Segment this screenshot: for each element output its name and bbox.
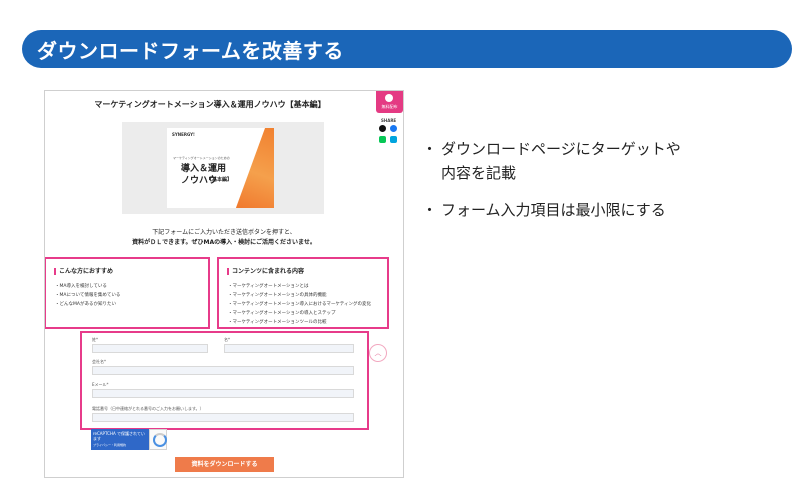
recaptcha-text: reCAPTCHA で保護されています (93, 431, 145, 441)
page-title: マーケティングオートメーション導入＆運用ノウハウ【基本編】 (94, 100, 326, 109)
slide-title: ダウンロードフォームを改善する (37, 38, 344, 63)
last-name-label: 姓* (92, 337, 98, 342)
recaptcha-notice: reCAPTCHA で保護されています プライバシー・利用規約 (91, 429, 149, 450)
phone-input[interactable] (92, 413, 354, 422)
target-box: こんな方におすすめ ・MA導入を検討している ・MAについて情報を集めている ・… (45, 257, 210, 329)
first-name-label: 名* (224, 337, 230, 342)
phone-label: 電話番号（日中連絡がとれる番号のご入力をお願いします。） (92, 406, 204, 411)
target-list: ・MA導入を検討している ・MAについて情報を集めている ・どんなMAがあるか知… (55, 282, 120, 309)
list-item: ・マーケティングオートメーションの導入とステップ (228, 311, 336, 316)
recaptcha-logo-icon (149, 429, 167, 450)
download-button[interactable]: 資料をダウンロードする (175, 457, 274, 472)
target-heading: こんな方におすすめ (54, 268, 113, 275)
contents-list: ・マーケティングオートメーションとは ・マーケティングオートメーションの具体的機… (228, 282, 371, 327)
list-item: ・マーケティングオートメーションの具体的機能 (228, 293, 327, 298)
cover-title-line1: 導入＆運用 (181, 164, 227, 174)
free-badge[interactable]: 無料配布 (376, 91, 403, 113)
list-item: ・どんなMAがあるか知りたい (55, 302, 116, 307)
download-page-screenshot: マーケティングオートメーション導入＆運用ノウハウ【基本編】 無料配布 SHARE… (44, 90, 404, 478)
cover-small-text: マーケティングオートメーションのための (173, 156, 230, 160)
list-item: ・マーケティングオートメーション導入におけるマーケティングの変化 (228, 302, 372, 307)
company-input[interactable] (92, 366, 354, 375)
recaptcha-subtext[interactable]: プライバシー・利用規約 (93, 443, 147, 448)
intro-line-2: 資料がＤＬできます。ぜひMAの導入・検討にご活用くださいませ。 (132, 239, 316, 246)
list-item: ・MA導入を検討している (55, 284, 107, 289)
list-item: ・マーケティングオートメーションとは (228, 284, 309, 289)
bullet-item-2: フォーム入力項目は最小限にする (422, 198, 758, 222)
cover-image-area: SYNERGY! マーケティングオートメーションのための 導入＆運用 ノウハウ … (122, 122, 324, 214)
list-item: ・マーケティングオートメーションツールの比較 (228, 320, 327, 325)
cover-orange-stripe (232, 128, 274, 208)
ebook-cover: SYNERGY! マーケティングオートメーションのための 導入＆運用 ノウハウ … (167, 128, 274, 208)
company-label: 会社名* (92, 359, 106, 364)
line-share-icon[interactable] (379, 136, 386, 143)
email-label: Eメール* (92, 382, 109, 387)
form-highlight-box: 姓* 名* 会社名* Eメール* 電話番号（日中連絡がとれる番号のご入力をお願い… (80, 331, 369, 430)
first-name-input[interactable] (224, 344, 354, 353)
intro-text: 下記フォームにご入力いただき送信ボタンを押すと、 資料がＤＬできます。ぜひMAの… (45, 228, 403, 248)
contents-box: コンテンツに含まれる内容 ・マーケティングオートメーションとは ・マーケティング… (217, 257, 389, 329)
intro-line-1: 下記フォームにご入力いただき送信ボタンを押すと、 (152, 229, 296, 236)
chevron-up-icon[interactable]: ︿ (369, 344, 387, 362)
list-item: ・MAについて情報を集めている (55, 293, 121, 298)
contents-heading: コンテンツに含まれる内容 (227, 268, 304, 275)
cover-logo: SYNERGY! (172, 132, 195, 137)
last-name-input[interactable] (92, 344, 208, 353)
recaptcha-widget[interactable]: reCAPTCHA で保護されています プライバシー・利用規約 (91, 429, 167, 450)
share-label: SHARE (381, 118, 397, 123)
facebook-share-icon[interactable] (390, 125, 397, 132)
bullet-text: ダウンロードページにターゲットや 内容を記載 (441, 140, 681, 182)
bullet-text: フォーム入力項目は最小限にする (441, 201, 666, 219)
bullet-list: ダウンロードページにターゲットや 内容を記載 フォーム入力項目は最小限にする (422, 137, 758, 222)
email-input[interactable] (92, 389, 354, 398)
x-share-icon[interactable] (379, 125, 386, 132)
bullet-item-1: ダウンロードページにターゲットや 内容を記載 (422, 137, 758, 185)
cover-tag: 【基本編】 (207, 177, 233, 183)
hatena-bookmark-icon[interactable] (390, 136, 397, 143)
cover-title: 導入＆運用 ノウハウ (181, 163, 226, 187)
slide-title-bar: ダウンロードフォームを改善する (22, 30, 792, 68)
